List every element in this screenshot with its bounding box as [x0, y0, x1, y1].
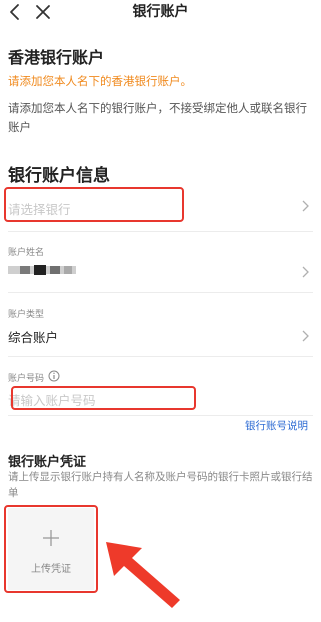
page-title: 银行账户 [132, 4, 189, 20]
chevron-right-icon [302, 330, 309, 342]
info-icon[interactable] [48, 370, 60, 382]
divider [8, 292, 313, 293]
proof-section-title: 银行账户凭证 [8, 455, 87, 470]
highlight-box-bank [4, 187, 184, 222]
account-number-label: 账户号码 [8, 374, 45, 384]
hk-notice: 请添加您本人名下的香港银行账户。 [8, 74, 192, 88]
account-type-label: 账户类型 [8, 310, 45, 320]
account-type-value: 综合账户 [8, 330, 59, 345]
nav-bar: 银行账户 [0, 0, 321, 26]
hk-section-title: 香港银行账户 [8, 48, 105, 67]
divider [8, 231, 313, 232]
chevron-right-icon [302, 200, 309, 212]
highlight-box-number [11, 386, 196, 410]
highlight-box-upload [4, 505, 98, 593]
divider [8, 356, 313, 357]
proof-description: 请上传显示银行账户持有人名称及账户号码的银行卡照片或银行结单 [8, 471, 313, 499]
holder-name-label: 账户姓名 [8, 248, 45, 258]
account-number-help-link[interactable]: 银行账号说明 [245, 418, 308, 433]
divider [8, 415, 313, 416]
chevron-right-icon[interactable] [300, 265, 310, 279]
account-type-select[interactable]: 综合账户 [0, 322, 321, 350]
arrow-icon [106, 542, 180, 608]
hk-description: 请添加您本人名下的银行账户，不接受绑定他人或联名银行账户 [8, 101, 307, 134]
info-section-title: 银行账户信息 [8, 166, 110, 186]
holder-name-value [8, 264, 76, 276]
